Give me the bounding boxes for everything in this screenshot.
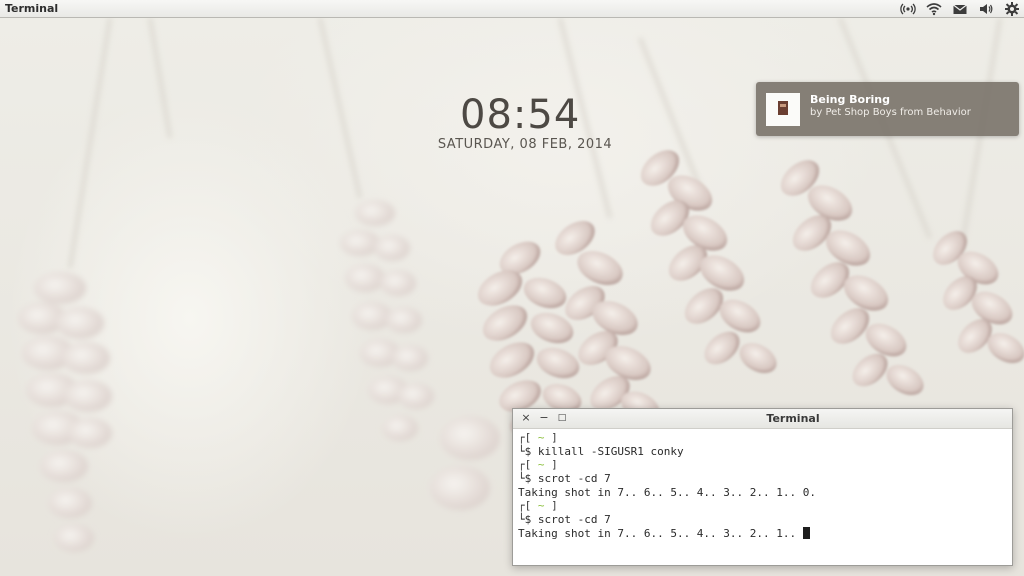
prompt-bracket: └ [518,513,525,527]
output-text: Taking shot in 7.. 6.. 5.. 4.. 3.. 2.. 1… [518,526,803,540]
prompt-header-line: ┌[ ~ ] [518,431,1007,445]
prompt-directory: ~ [537,458,545,472]
mail-icon[interactable] [952,1,968,17]
prompt-bracket: ] [544,499,558,513]
notification-subtitle: by Pet Shop Boys from Behavior [810,107,971,118]
prompt-bracket: └ [518,472,525,486]
terminal-output[interactable]: ┌[ ~ ] └$ killall -SIGUSR1 conky ┌[ ~ ] └$ … [518,431,1007,561]
prompt-header-line: ┌[ ~ ] [518,499,1007,513]
output-line: Taking shot in 7.. 6.. 5.. 4.. 3.. 2.. 1… [518,526,1007,541]
album-cover-icon [778,101,788,115]
prompt-bracket: └ [518,444,525,458]
desktop-clock-date: SATURDAY, 08 FEB, 2014 [437,137,613,152]
command-text: $ scrot -cd 7 [524,472,611,486]
network-wireless-signal-icon[interactable] [900,1,916,17]
terminal-titlebar[interactable]: × − □ Terminal [513,409,1012,429]
top-panel: Terminal [0,0,1024,18]
terminal-title: Terminal [766,412,820,425]
command-line: └$ scrot -cd 7 [518,472,1007,486]
album-art [766,93,800,126]
system-tray [900,1,1020,17]
prompt-directory: ~ [537,499,545,513]
prompt-bracket: ┌[ [518,431,538,444]
volume-icon[interactable] [978,1,994,17]
prompt-header-line: ┌[ ~ ] [518,458,1007,472]
prompt-bracket: ┌[ [518,499,538,513]
prompt-directory: ~ [537,431,545,444]
output-line: Taking shot in 7.. 6.. 5.. 4.. 3.. 2.. 1… [518,486,1007,500]
command-text: $ scrot -cd 7 [524,513,611,527]
prompt-bracket: ] [544,431,558,444]
command-line: └$ scrot -cd 7 [518,513,1007,527]
wifi-icon[interactable] [926,1,942,17]
prompt-bracket: ] [544,458,558,472]
now-playing-notification: Being Boring by Pet Shop Boys from Behav… [756,82,1019,136]
command-line: └$ killall -SIGUSR1 conky [518,445,1007,459]
active-app-title: Terminal [5,2,59,15]
prompt-bracket: ┌[ [518,458,538,472]
settings-gear-icon[interactable] [1004,1,1020,17]
text-cursor [802,526,810,539]
notification-title: Being Boring [810,93,890,106]
terminal-window: × − □ Terminal ┌[ ~ ] └$ killall -SIGUSR1… [512,408,1013,566]
output-text: Taking shot in 7.. 6.. 5.. 4.. 3.. 2.. 1… [518,485,817,499]
desktop-clock-time: 08:54 [460,92,581,138]
command-text: $ killall -SIGUSR1 conky [524,444,684,458]
